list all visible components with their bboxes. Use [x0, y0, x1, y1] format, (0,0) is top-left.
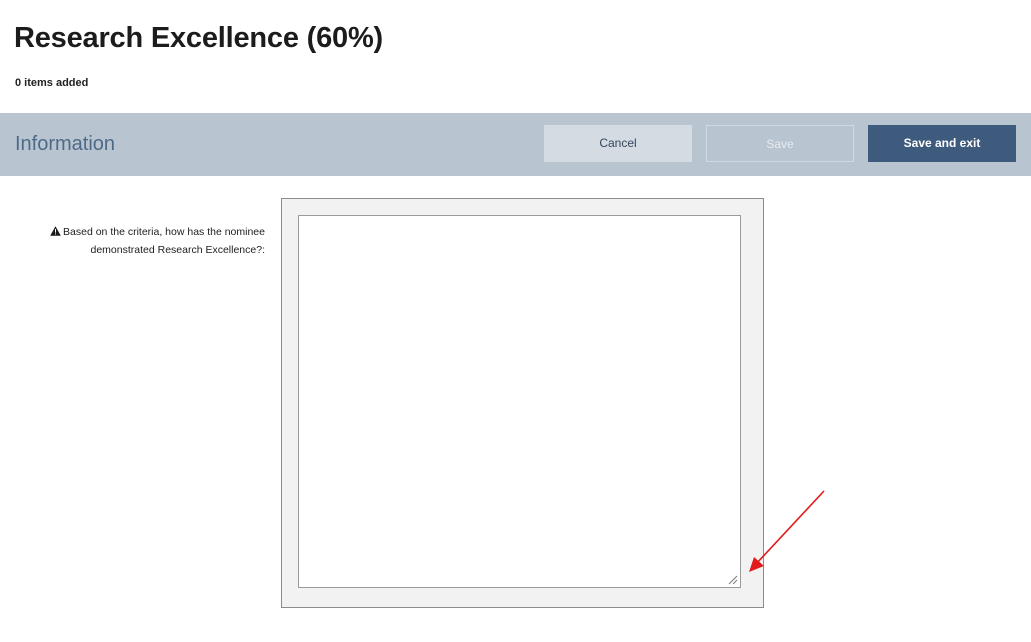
page-title: Research Excellence (60%) — [14, 22, 383, 54]
section-title: Information — [15, 133, 116, 155]
warning-triangle-icon — [50, 225, 61, 242]
red-arrow-icon — [749, 490, 825, 572]
items-count: 0 items added — [15, 77, 89, 89]
information-toolbar: Information Cancel Save Save and exit — [0, 113, 1031, 176]
resize-handle-icon[interactable] — [728, 575, 738, 585]
question-label: Based on the criteria, how has the nomin… — [40, 224, 265, 259]
save-button[interactable]: Save — [706, 125, 854, 162]
answer-textarea[interactable] — [298, 215, 741, 588]
answer-field-container — [281, 198, 764, 608]
page: Research Excellence (60%) 0 items added … — [0, 0, 1031, 642]
question-label-text: Based on the criteria, how has the nomin… — [63, 226, 265, 256]
cancel-button[interactable]: Cancel — [544, 125, 692, 162]
save-and-exit-button[interactable]: Save and exit — [868, 125, 1016, 162]
